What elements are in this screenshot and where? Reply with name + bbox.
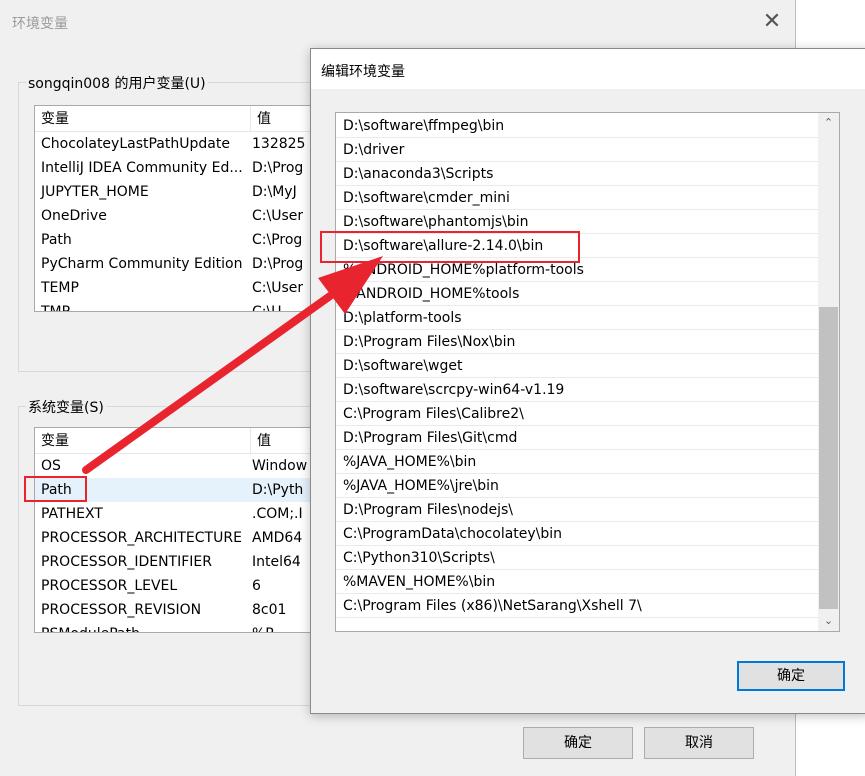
- variable-value: D:\MyJ: [252, 184, 297, 200]
- variable-name: PROCESSOR_REVISION: [41, 602, 202, 618]
- variable-value: Window: [252, 458, 308, 474]
- path-entry[interactable]: C:\Program Files (x86)\NetSarang\Xshell …: [336, 594, 818, 618]
- variable-value: 6: [252, 578, 261, 594]
- path-entry[interactable]: C:\Python310\Scripts\: [336, 546, 818, 570]
- variable-value: 8c01: [252, 602, 287, 618]
- variable-name: TEMP: [41, 280, 79, 296]
- path-entry[interactable]: %MAVEN_HOME%\bin: [336, 570, 818, 594]
- table-row[interactable]: PROCESSOR_IDENTIFIER Intel64: [35, 550, 333, 574]
- path-entry[interactable]: %ANDROID_HOME%tools: [336, 282, 818, 306]
- variable-value: D:\Prog: [252, 256, 304, 272]
- path-entry[interactable]: D:\software\ffmpeg\bin: [336, 114, 818, 138]
- table-row[interactable]: TMP C:\U: [35, 300, 333, 312]
- highlight-box-path-row: [24, 476, 87, 502]
- system-variables-table[interactable]: 变量 值 OS Window Path D:\Pyth PATHEXT .COM;.I PR…: [34, 427, 334, 633]
- variable-name: OS: [41, 458, 61, 474]
- table-row[interactable]: PROCESSOR_ARCHITECTURE AMD64: [35, 526, 333, 550]
- user-variables-table[interactable]: 变量 值 ChocolateyLastPathUpdate 132825 Intel…: [34, 105, 334, 312]
- table-header: 变量 值: [35, 106, 333, 132]
- path-entry[interactable]: D:\Program Files\Nox\bin: [336, 330, 818, 354]
- vertical-scrollbar[interactable]: ⌃ ⌄: [818, 113, 839, 631]
- variable-name: Path: [41, 232, 72, 248]
- path-entry[interactable]: C:\Program Files\Calibre2\: [336, 402, 818, 426]
- table-row[interactable]: OneDrive C:\User: [35, 204, 333, 228]
- column-header-variable[interactable]: 变量: [35, 428, 251, 453]
- variable-name: PATHEXT: [41, 506, 103, 522]
- path-entry[interactable]: D:\software\cmder_mini: [336, 186, 818, 210]
- table-row[interactable]: JUPYTER_HOME D:\MyJ: [35, 180, 333, 204]
- variable-value: %P: [252, 622, 274, 632]
- variable-name: PROCESSOR_ARCHITECTURE: [41, 530, 242, 546]
- scroll-thumb[interactable]: [819, 307, 838, 609]
- variable-value: D:\Pyth: [252, 482, 304, 498]
- variable-value: C:\U: [252, 304, 282, 312]
- table-row[interactable]: ChocolateyLastPathUpdate 132825: [35, 132, 333, 156]
- system-variables-label: 系统变量(S): [26, 397, 106, 417]
- column-header-value[interactable]: 值: [251, 428, 271, 453]
- path-entry[interactable]: %JAVA_HOME%\bin: [336, 450, 818, 474]
- table-row[interactable]: PyCharm Community Edition D:\Prog: [35, 252, 333, 276]
- scroll-up-icon[interactable]: ⌃: [818, 113, 839, 133]
- variable-name: PROCESSOR_IDENTIFIER: [41, 554, 212, 570]
- table-header: 变量 值: [35, 428, 333, 454]
- variable-name: PyCharm Community Edition: [41, 256, 243, 272]
- variable-value: C:\User: [252, 208, 304, 224]
- variable-value: 132825: [252, 136, 306, 152]
- ok-button[interactable]: 确定: [523, 727, 633, 759]
- column-header-value[interactable]: 值: [251, 106, 271, 131]
- close-icon[interactable]: ✕: [754, 6, 790, 38]
- path-entry[interactable]: D:\driver: [336, 138, 818, 162]
- scroll-down-icon[interactable]: ⌄: [818, 611, 839, 631]
- table-row[interactable]: PATHEXT .COM;.I: [35, 502, 333, 526]
- table-row[interactable]: Path C:\Prog: [35, 228, 333, 252]
- variable-name: TMP: [41, 304, 71, 312]
- variable-name: PROCESSOR_LEVEL: [41, 578, 178, 594]
- path-entry[interactable]: D:\software\wget: [336, 354, 818, 378]
- table-row[interactable]: PSModulePath%P: [35, 622, 333, 632]
- path-entries-list[interactable]: D:\software\ffmpeg\bin D:\driver D:\anacon…: [335, 112, 840, 632]
- path-entry[interactable]: D:\anaconda3\Scripts: [336, 162, 818, 186]
- highlight-box-allure-entry: [320, 231, 580, 263]
- edit-env-variable-dialog: 编辑环境变量 D:\software\ffmpeg\bin D:\driver D:…: [310, 48, 865, 714]
- user-variables-label: songqin008 的用户变量(U): [26, 73, 208, 93]
- path-entry[interactable]: D:\Program Files\nodejs\: [336, 498, 818, 522]
- variable-name: PSModulePath: [35, 622, 252, 632]
- table-row[interactable]: PROCESSOR_REVISION 8c01: [35, 598, 333, 622]
- cancel-button[interactable]: 取消: [644, 727, 754, 759]
- variable-value: C:\User: [252, 280, 304, 296]
- column-header-variable[interactable]: 变量: [35, 106, 251, 131]
- variable-value: C:\Prog: [252, 232, 303, 248]
- path-entry[interactable]: %JAVA_HOME%\jre\bin: [336, 474, 818, 498]
- ok-button[interactable]: 确定: [737, 661, 845, 691]
- table-row[interactable]: PROCESSOR_LEVEL 6: [35, 574, 333, 598]
- title-bar: 编辑环境变量: [311, 49, 865, 89]
- table-row[interactable]: TEMP C:\User: [35, 276, 333, 300]
- dialog-title: 环境变量: [12, 16, 68, 32]
- variable-name: OneDrive: [41, 208, 107, 224]
- path-entry[interactable]: D:\platform-tools: [336, 306, 818, 330]
- path-entry[interactable]: D:\Program Files\Git\cmd: [336, 426, 818, 450]
- variable-value: D:\Prog: [252, 160, 304, 176]
- variable-name: IntelliJ IDEA Community Ed...: [41, 160, 243, 176]
- path-entry[interactable]: C:\ProgramData\chocolatey\bin: [336, 522, 818, 546]
- table-row[interactable]: IntelliJ IDEA Community Ed... D:\Prog: [35, 156, 333, 180]
- variable-name: JUPYTER_HOME: [41, 184, 149, 200]
- path-entry[interactable]: D:\software\scrcpy-win64-v1.19: [336, 378, 818, 402]
- dialog-title: 编辑环境变量: [321, 64, 405, 80]
- variable-value: AMD64: [252, 530, 303, 546]
- table-row[interactable]: OS Window: [35, 454, 333, 478]
- variable-value: Intel64: [252, 554, 301, 570]
- variable-name: ChocolateyLastPathUpdate: [41, 136, 230, 152]
- variable-value: .COM;.I: [252, 506, 303, 522]
